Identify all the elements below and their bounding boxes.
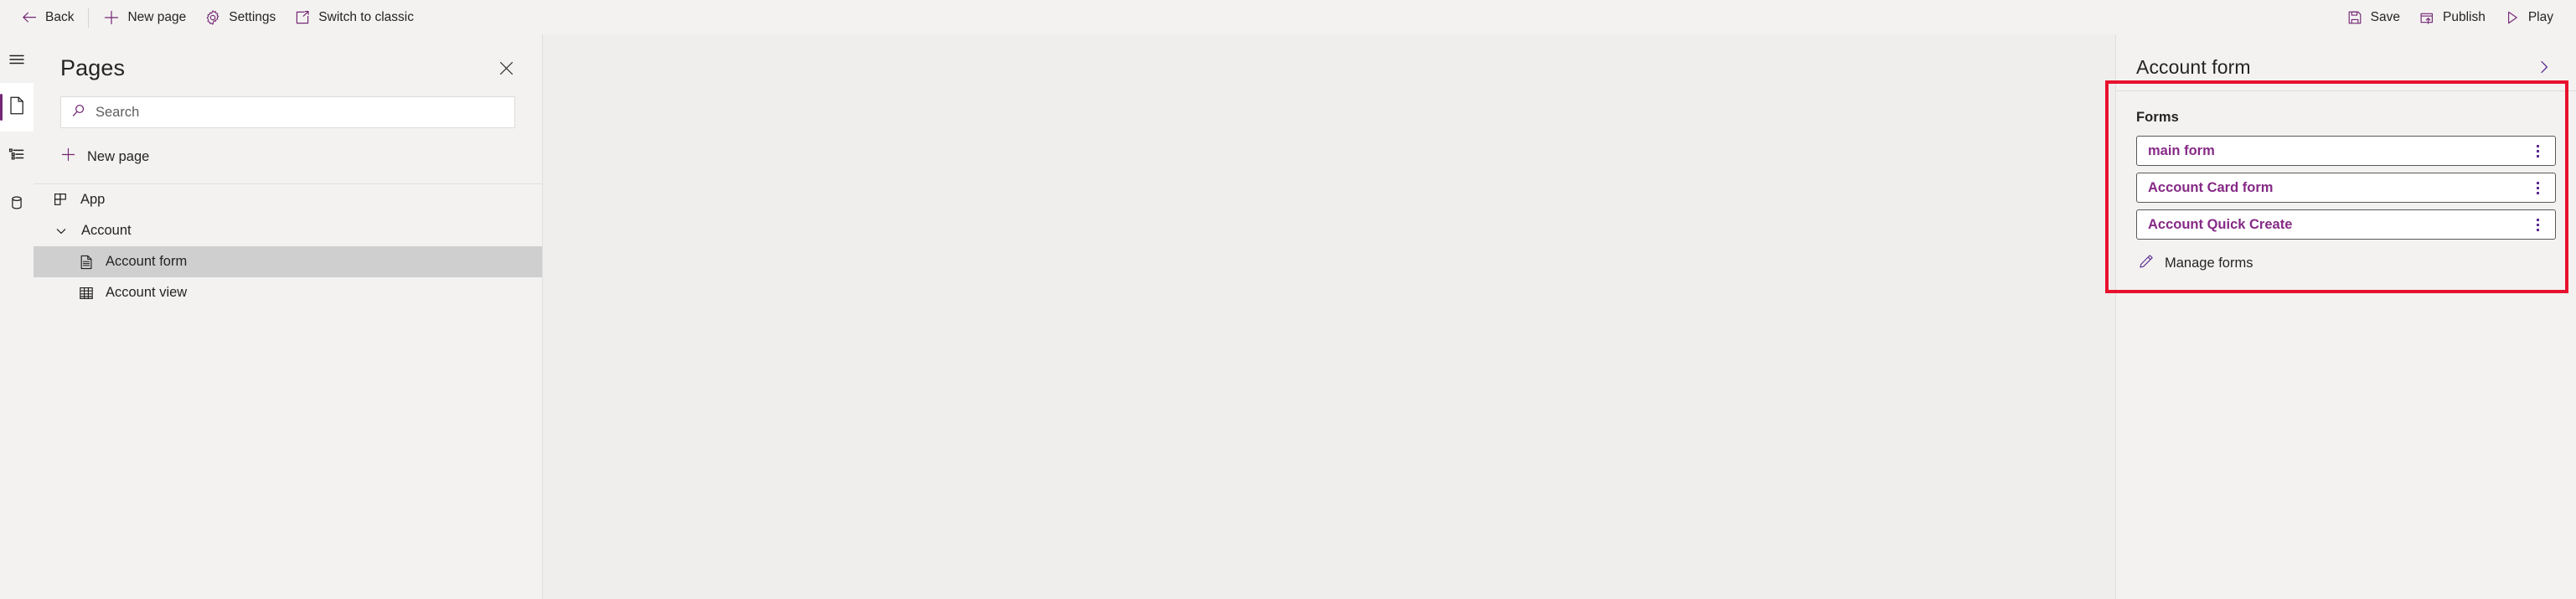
gear-icon: [204, 9, 221, 26]
form-item-name: Account Card form: [2148, 179, 2274, 195]
rail-item-data[interactable]: [0, 180, 34, 229]
page-icon: [8, 96, 26, 120]
tree-item-account-view[interactable]: Account view: [34, 277, 542, 308]
play-button-label: Play: [2527, 9, 2553, 24]
properties-panel: Account form Forms main form Account Car…: [2115, 34, 2576, 599]
new-page-button[interactable]: New page: [94, 1, 195, 34]
publish-button-label: Publish: [2443, 9, 2486, 24]
properties-panel-header: Account form: [2116, 34, 2576, 86]
search-input[interactable]: [96, 104, 504, 121]
plus-icon: [103, 9, 120, 26]
tree-item-label: Account: [81, 223, 132, 238]
pages-new-page-label: New page: [87, 148, 150, 164]
manage-forms-button[interactable]: Manage forms: [2136, 246, 2556, 280]
tree-item-label: Account form: [106, 254, 188, 269]
more-options-icon[interactable]: [2528, 140, 2547, 162]
publish-button[interactable]: Publish: [2409, 1, 2495, 34]
design-canvas[interactable]: [543, 34, 2115, 599]
command-bar-right-group: Save Publish Play: [2337, 1, 2563, 34]
database-icon: [8, 194, 26, 216]
pages-panel: Pages Search New page App Account Accoun…: [34, 34, 543, 599]
tree-item-account-form[interactable]: Account form: [34, 246, 542, 277]
chevron-down-icon[interactable]: [52, 222, 70, 240]
switch-to-classic-button-label: Switch to classic: [318, 9, 414, 24]
save-button-label: Save: [2370, 9, 2400, 24]
command-bar: Back New page Settings Switch to classic…: [0, 0, 2576, 34]
tree-item-account[interactable]: Account: [34, 215, 542, 246]
app-grid-icon: [52, 191, 70, 209]
rail-item-menu[interactable]: [0, 39, 34, 83]
new-page-button-label: New page: [127, 9, 187, 24]
plus-icon: [60, 147, 76, 167]
command-bar-left-group: Back New page Settings Switch to classic: [12, 1, 423, 34]
app-root: Back New page Settings Switch to classic…: [0, 0, 2576, 599]
form-item-account-card-form[interactable]: Account Card form: [2136, 173, 2556, 203]
chevron-right-icon[interactable]: [2529, 52, 2559, 82]
search-box[interactable]: [60, 96, 515, 128]
pages-new-page-button[interactable]: New page: [34, 137, 542, 177]
save-button[interactable]: Save: [2337, 1, 2409, 34]
canvas-surface: [543, 34, 2115, 599]
rail-item-pages[interactable]: [0, 83, 34, 132]
workspace: Pages Search New page App Account Accoun…: [0, 34, 2576, 599]
table-grid-icon: [77, 284, 96, 302]
form-item-name: Account Quick Create: [2148, 216, 2293, 232]
pencil-icon: [2138, 253, 2155, 274]
arrow-left-icon: [21, 9, 38, 26]
switch-to-classic-button[interactable]: Switch to classic: [285, 1, 423, 34]
settings-button[interactable]: Settings: [195, 1, 285, 34]
pages-search-area: [34, 86, 542, 128]
publish-icon: [2419, 9, 2435, 26]
list-view-icon: [8, 145, 26, 168]
rail-item-navigation[interactable]: [0, 132, 34, 180]
manage-forms-label: Manage forms: [2165, 255, 2253, 271]
search-icon: [71, 103, 86, 122]
properties-panel-title: Account form: [2136, 55, 2251, 78]
hamburger-menu-icon: [8, 50, 26, 73]
save-icon: [2346, 9, 2363, 26]
forms-section-label: Forms: [2136, 110, 2179, 125]
tree-item-label: App: [80, 192, 106, 207]
open-in-new-icon: [294, 9, 311, 26]
pages-panel-header: Pages: [34, 34, 542, 86]
settings-button-label: Settings: [229, 9, 276, 24]
forms-section: Forms main form Account Card form Accoun…: [2116, 91, 2576, 280]
more-options-icon[interactable]: [2528, 177, 2547, 199]
form-item-account-quick-create[interactable]: Account Quick Create: [2136, 209, 2556, 240]
form-document-icon: [77, 253, 96, 271]
form-item-main-form[interactable]: main form: [2136, 136, 2556, 166]
pages-tree: App Account Account form Account view: [34, 183, 542, 308]
play-button[interactable]: Play: [2495, 1, 2563, 34]
more-options-icon[interactable]: [2528, 214, 2547, 235]
tree-item-app[interactable]: App: [34, 184, 542, 215]
play-icon: [2504, 9, 2521, 26]
close-icon[interactable]: [492, 54, 520, 82]
command-bar-divider: [88, 7, 90, 28]
tree-item-label: Account view: [106, 285, 188, 300]
back-button[interactable]: Back: [12, 1, 83, 34]
left-rail: [0, 34, 34, 599]
back-button-label: Back: [45, 9, 75, 24]
pages-panel-title: Pages: [60, 54, 126, 80]
form-item-name: main form: [2148, 142, 2215, 158]
